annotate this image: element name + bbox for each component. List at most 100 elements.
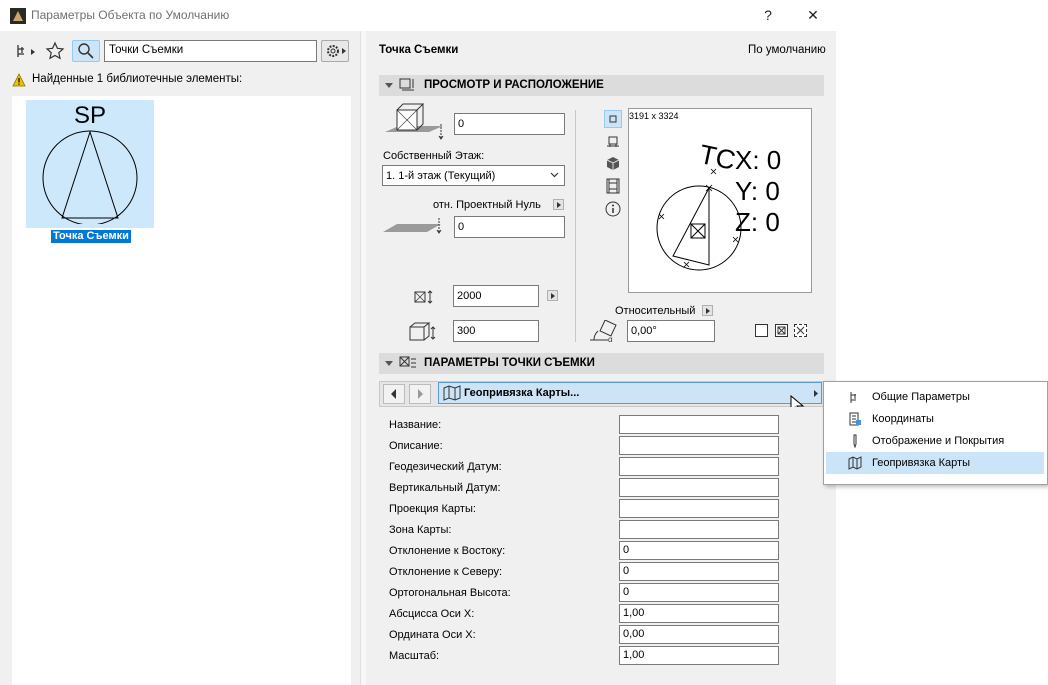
field-label: Вертикальный Датум: [389,482,501,494]
svg-text:α: α [608,335,613,344]
help-button[interactable]: ? [756,5,780,25]
cross-dashed-icon [796,326,805,335]
preview-window: 3191 x 3324 TC X: 0 Y: 0 Z: 0 [628,108,812,293]
cube-icon [606,157,620,170]
field-label: Геодезический Датум: [389,461,502,473]
coordinates-icon [849,412,861,426]
field-input[interactable] [619,457,779,476]
map-icon [443,385,461,401]
library-item-thumbnail[interactable]: SP [26,100,154,228]
chevron-right-icon [814,390,818,397]
field-input[interactable] [619,436,779,455]
field-input[interactable]: 0 [619,541,779,560]
height-input[interactable]: 300 [453,320,539,342]
object-name: Точка Съемки [379,44,459,56]
favorites-button[interactable] [42,40,68,62]
thumbnail-text: SP [73,102,106,129]
size-arrow-button[interactable] [547,290,558,301]
warning-icon [12,73,26,87]
rotation-angle-input[interactable]: 0,00° [627,320,715,342]
field-label: Название: [389,419,442,431]
next-page-button[interactable] [409,384,431,404]
gear-icon [327,45,346,57]
title-bar: Параметры Объекта по Умолчанию ? ✕ [0,0,836,31]
elevation-icon [385,103,444,140]
parameter-page-popup-menu: Общие Параметры Координаты Отображение и… [823,381,1048,485]
app-logo-icon [10,8,26,24]
info-icon [605,201,621,217]
survey-point-symbol-icon [42,130,138,224]
field-label: Отклонение к Востоку: [389,545,506,557]
parameters-panel-icon [399,356,416,368]
cross-box-icon [777,326,786,335]
parameter-page-dropdown[interactable]: Геопривязка Карты... [438,382,822,404]
field-input[interactable]: 0 [619,562,779,581]
section-preview-positioning[interactable]: ПРОСМОТР И РАСПОЛОЖЕНИЕ [379,75,824,96]
mirror-x-checkbox[interactable] [775,324,788,337]
field-input[interactable] [619,520,779,539]
section-view-icon [607,136,619,147]
info-button[interactable] [604,200,622,218]
menu-item-map-georeferencing[interactable]: Геопривязка Карты [826,452,1044,474]
relative-label: Относительный [615,305,696,317]
default-label: По умолчанию [748,44,826,56]
menu-item-display-surfaces[interactable]: Отображение и Покрытия [826,430,1044,452]
field-label: Ортогональная Высота: [389,587,511,599]
field-input[interactable]: 1,00 [619,604,779,623]
home-story-select[interactable]: 1. 1-й этаж (Текущий) [382,165,565,186]
menu-item-general-parameters[interactable]: Общие Параметры [826,386,1044,408]
close-button[interactable]: ✕ [801,5,825,25]
reference-level-arrow-button[interactable] [553,199,564,210]
3d-view-button[interactable] [604,155,622,173]
search-results-label: Найденные 1 библиотечные элементы: [32,73,243,85]
field-label: Масштаб: [389,650,440,662]
previous-page-button[interactable] [383,384,405,404]
field-label: Описание: [389,440,443,452]
field-label: Отклонение к Северу: [389,566,503,578]
field-input[interactable]: 0,00 [619,625,779,644]
search-icon [78,43,94,59]
chevron-left-icon [391,389,396,399]
field-input[interactable] [619,478,779,497]
search-input[interactable]: Точки Съемки [104,40,317,62]
section-view-button[interactable] [604,133,622,151]
search-toggle-button[interactable] [72,40,100,62]
mirror-y-checkbox[interactable] [794,324,807,337]
parameter-page-selected: Геопривязка Карты... [464,387,580,399]
library-item-label[interactable]: Точка Съемки [51,230,131,243]
home-story-label: Собственный Этаж: [383,150,485,162]
reference-level-label: отн. Проектный Нуль [433,199,541,211]
settings-button[interactable] [321,40,349,62]
2d-view-button[interactable] [604,110,622,128]
chevron-down-icon [550,172,559,178]
menu-item-label: Координаты [872,413,934,425]
library-tree-icon [17,45,35,57]
elevation-input[interactable]: 0 [454,113,565,135]
star-icon [45,41,65,60]
size-input[interactable]: 2000 [453,285,539,307]
reference-level-input[interactable]: 0 [454,216,565,238]
preview-panel-icon [399,78,414,91]
section-survey-point-parameters[interactable]: ПАРАМЕТРЫ ТОЧКИ СЪЕМКИ [379,353,824,374]
vertical-separator [575,110,576,342]
menu-item-label: Отображение и Покрытия [872,435,1005,447]
field-input[interactable]: 0 [619,583,779,602]
section-title: ПРОСМОТР И РАСПОЛОЖЕНИЕ [424,79,604,91]
collapse-triangle-icon [385,83,393,88]
pen-icon [853,434,857,448]
film-view-button[interactable] [604,177,622,195]
field-input[interactable] [619,415,779,434]
field-label: Ордината Оси X: [389,629,476,641]
mirror-none-checkbox[interactable] [755,324,768,337]
field-input[interactable]: 1,00 [619,646,779,665]
rotation-angle-icon: α [590,320,617,344]
menu-item-coordinates[interactable]: Координаты [826,408,1044,430]
field-input[interactable] [619,499,779,518]
relative-arrow-button[interactable] [702,305,713,316]
reference-level-icon [383,218,442,234]
chevron-right-icon [418,389,423,399]
film-icon [606,178,620,194]
library-menu-button[interactable] [12,40,38,62]
home-story-value: 1. 1-й этаж (Текущий) [386,170,496,182]
survey-point-symbol-preview [656,168,742,271]
